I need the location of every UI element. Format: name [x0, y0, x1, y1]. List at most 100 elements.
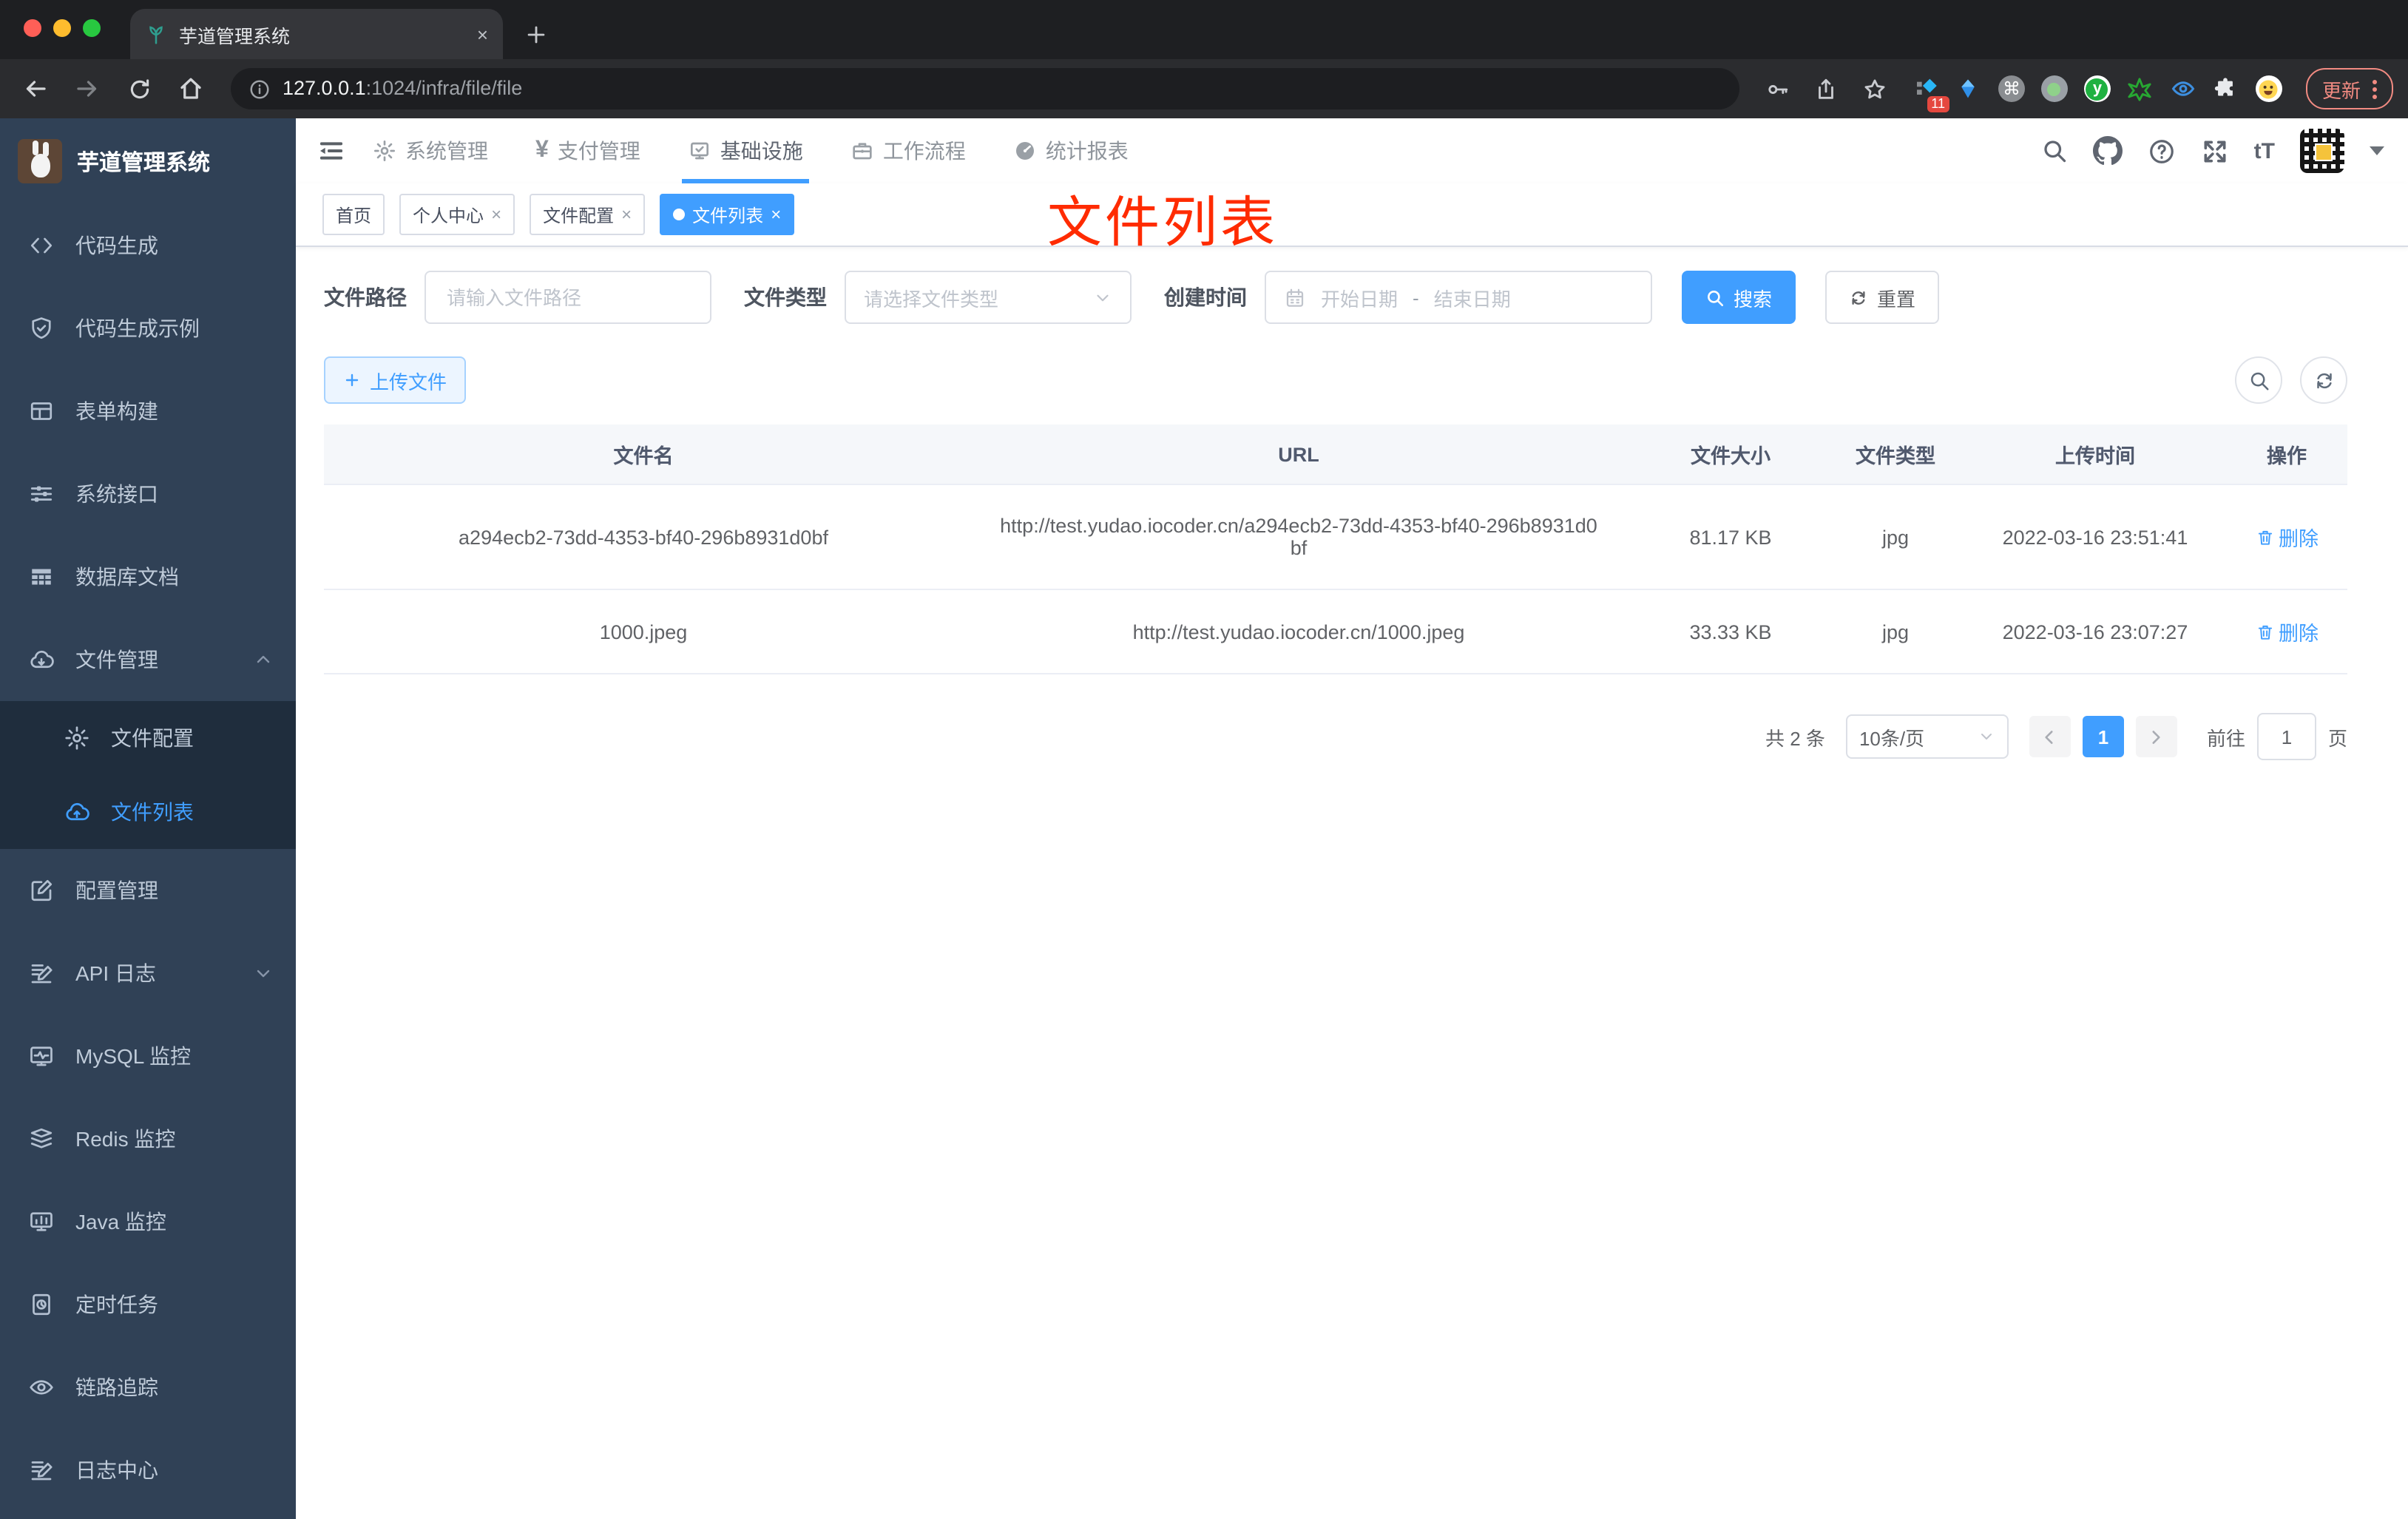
extension-grey-dot-icon[interactable] [2040, 74, 2069, 104]
file-type-label: 文件类型 [744, 285, 827, 309]
file-path-input-wrap [425, 271, 711, 324]
sidebar-item-code-generation[interactable]: 代码生成 [0, 204, 296, 287]
sidebar-item-system-api[interactable]: 系统接口 [0, 453, 296, 535]
sidebar-item-mysql-monitor[interactable]: MySQL 监控 [0, 1015, 296, 1097]
sidebar-item-file-config[interactable]: 文件配置 [0, 701, 296, 775]
site-info-icon[interactable] [248, 78, 271, 100]
sidebar: 芋道管理系统 代码生成 代码生成示例 表单构建 系统接口 数据库文档 文件管理 … [0, 118, 296, 1519]
app-logo[interactable]: 芋道管理系统 [0, 118, 296, 204]
sidebar-item-form-builder[interactable]: 表单构建 [0, 370, 296, 453]
browser-update-button[interactable]: 更新 [2305, 68, 2393, 109]
prev-page-button[interactable] [2029, 716, 2071, 757]
col-filename: 文件名 [613, 445, 674, 467]
reload-button[interactable] [118, 68, 160, 109]
nav-item-system-management[interactable]: 系统管理 [373, 118, 488, 183]
forward-button[interactable] [67, 68, 108, 109]
nav-item-workflow[interactable]: 工作流程 [850, 118, 966, 183]
tab-close-icon[interactable]: × [477, 24, 488, 44]
file-table: 文件名 URL 文件大小 文件类型 上传时间 操作 a294ecb2-73dd-… [324, 424, 2347, 674]
file-path-label: 文件路径 [324, 285, 407, 309]
sidebar-item-redis-monitor[interactable]: Redis 监控 [0, 1097, 296, 1180]
delete-button[interactable]: 删除 [2255, 522, 2319, 552]
sidebar-item-log-center[interactable]: 日志中心 [0, 1429, 296, 1512]
chevron-up-icon [257, 655, 270, 663]
minimize-window-button[interactable] [53, 19, 71, 37]
app-header: 系统管理 ¥ 支付管理 基础设施 工作流程 统计报表 tT [296, 118, 2408, 183]
sidebar-item-config-management[interactable]: 配置管理 [0, 849, 296, 932]
sidebar-item-code-example[interactable]: 代码生成示例 [0, 287, 296, 370]
file-management-submenu: 文件配置 文件列表 [0, 701, 296, 849]
tag-close-icon[interactable]: × [771, 206, 781, 223]
tag-close-icon[interactable]: × [491, 206, 501, 223]
col-size: 文件大小 [1691, 445, 1771, 467]
file-type-select[interactable]: 请选择文件类型 [845, 271, 1132, 324]
browser-tab[interactable]: 芋道管理系统 × [130, 9, 503, 59]
create-time-label: 创建时间 [1164, 285, 1247, 309]
search-icon[interactable] [2041, 138, 2068, 164]
new-tab-button[interactable] [524, 22, 549, 47]
nav-item-payment-management[interactable]: ¥ 支付管理 [535, 118, 640, 183]
tag-close-icon[interactable]: × [621, 206, 632, 223]
avatar-caret-icon[interactable] [2370, 146, 2384, 155]
nav-item-statistics[interactable]: 统计报表 [1013, 118, 1129, 183]
task-clock-icon [33, 1293, 50, 1316]
extensions-puzzle-icon[interactable] [2211, 74, 2241, 104]
show-search-button[interactable] [2235, 356, 2282, 404]
sidebar-item-file-list[interactable]: 文件列表 [0, 775, 296, 849]
table-row: 1000.jpeg http://test.yudao.iocoder.cn/1… [324, 590, 2347, 674]
sidebar-toggle-icon[interactable] [317, 136, 346, 166]
nav-item-infrastructure[interactable]: 基础设施 [681, 118, 809, 183]
tag-file-list[interactable]: 文件列表 × [660, 194, 795, 235]
extension-eye-icon[interactable] [2168, 74, 2198, 104]
extension-star-icon[interactable] [2125, 74, 2155, 104]
extension-cmd-icon[interactable]: ⌘ [1997, 74, 2026, 104]
avatar-qr[interactable] [2300, 129, 2344, 173]
dashboard-icon [1015, 142, 1034, 160]
tag-profile[interactable]: 个人中心 × [399, 194, 515, 235]
goto-page-input[interactable] [2256, 713, 2316, 760]
chevron-right-icon [2153, 730, 2161, 743]
sidebar-item-tracing[interactable]: 链路追踪 [0, 1346, 296, 1429]
search-button[interactable]: 搜索 [1682, 271, 1796, 324]
sidebar-item-java-monitor[interactable]: Java 监控 [0, 1180, 296, 1263]
home-button[interactable] [170, 68, 212, 109]
refresh-table-button[interactable] [2300, 356, 2347, 404]
extension-y-icon[interactable]: y [2083, 74, 2112, 104]
reset-button[interactable]: 重置 [1825, 271, 1940, 324]
tag-file-config[interactable]: 文件配置 × [530, 194, 646, 235]
password-key-icon[interactable] [1759, 70, 1797, 108]
help-icon[interactable] [2148, 137, 2176, 165]
fullscreen-icon[interactable] [2201, 137, 2229, 165]
back-button[interactable] [15, 68, 56, 109]
page-size-select[interactable]: 10条/页 [1845, 714, 2009, 759]
browser-menu-icon[interactable] [2373, 79, 2377, 98]
sidebar-item-file-management[interactable]: 文件管理 [0, 618, 296, 701]
sidebar-item-api-log[interactable]: API 日志 [0, 932, 296, 1015]
close-window-button[interactable] [24, 19, 41, 37]
page-number-1[interactable]: 1 [2082, 716, 2124, 757]
tag-home[interactable]: 首页 [322, 194, 385, 235]
font-size-icon[interactable]: tT [2254, 138, 2275, 163]
extension-gem-icon[interactable] [1954, 74, 1983, 104]
extension-diamond-icon[interactable]: 11 [1911, 74, 1949, 112]
zoom-window-button[interactable] [83, 19, 101, 37]
goto-page: 前往 页 [2207, 713, 2347, 760]
extension-emoji-icon[interactable] [2254, 74, 2284, 104]
bookmark-star-icon[interactable] [1856, 70, 1895, 108]
upload-file-button[interactable]: 上传文件 [324, 356, 467, 404]
cell-filename: a294ecb2-73dd-4353-bf40-296b8931d0bf [459, 526, 828, 548]
file-path-input[interactable] [444, 285, 692, 310]
next-page-button[interactable] [2135, 716, 2177, 757]
date-range-picker[interactable]: 开始日期 - 结束日期 [1265, 271, 1652, 324]
filter-form: 文件路径 文件类型 请选择文件类型 创建时间 开始日期 - 结束日期 [324, 271, 2347, 324]
delete-button[interactable]: 删除 [2255, 617, 2319, 646]
address-bar[interactable]: 127.0.0.1:1024/infra/file/file [231, 68, 1739, 109]
cell-size: 33.33 KB [1689, 620, 1772, 643]
share-icon[interactable] [1807, 70, 1846, 108]
sidebar-item-scheduled-tasks[interactable]: 定时任务 [0, 1263, 296, 1346]
github-icon[interactable] [2092, 136, 2123, 166]
sidebar-item-db-doc[interactable]: 数据库文档 [0, 535, 296, 618]
update-label: 更新 [2321, 79, 2361, 101]
chevron-down-icon [1981, 734, 1992, 740]
start-date-placeholder: 开始日期 [1321, 288, 1399, 310]
